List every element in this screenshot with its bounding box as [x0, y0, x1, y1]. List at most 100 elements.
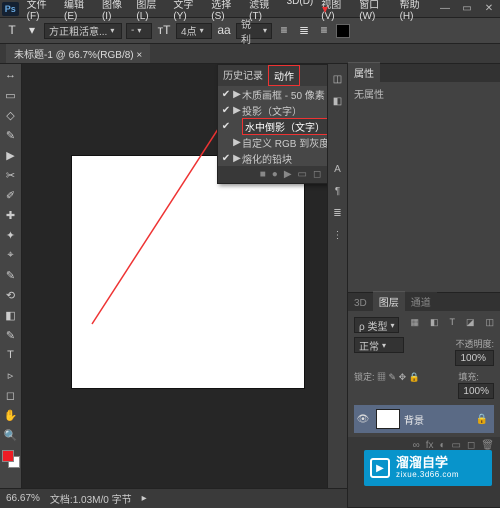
menu-layer[interactable]: 图层(L)	[132, 0, 169, 22]
panel-menu-icon[interactable]: ▾≡	[325, 65, 327, 86]
font-size-dropdown[interactable]: 4点	[176, 23, 212, 39]
hand-tool-icon[interactable]: ✋	[2, 406, 20, 424]
close-icon[interactable]: ✕	[478, 3, 500, 14]
blend-mode-dropdown[interactable]: 正常	[354, 337, 404, 353]
collapsed-icon[interactable]: ⋮	[330, 230, 346, 246]
tab-3d[interactable]: 3D	[348, 296, 373, 311]
doc-info[interactable]: 文档:1.03M/0 字节	[50, 491, 132, 506]
gradient-tool-icon[interactable]: ⟲	[2, 286, 20, 304]
close-tab-icon[interactable]: ×	[136, 50, 142, 61]
filter-shape-icon[interactable]: ◪	[466, 317, 475, 333]
brush-tool-icon[interactable]: ✚	[2, 206, 20, 224]
font-family-dropdown[interactable]: 方正粗活意...	[44, 23, 122, 39]
foreground-color-swatch[interactable]	[2, 450, 14, 462]
new-set-icon[interactable]: ▭	[298, 169, 307, 180]
filter-pixels-icon[interactable]: ▦	[410, 317, 419, 333]
marquee-tool-icon[interactable]: ▭	[2, 86, 20, 104]
tab-properties[interactable]: 属性	[348, 62, 380, 82]
tool-preset-icon[interactable]: T	[4, 23, 20, 39]
ps-logo-icon: Ps	[2, 2, 19, 16]
text-color-swatch[interactable]	[336, 24, 350, 38]
type-tool-icon[interactable]: T	[2, 346, 20, 364]
lock-icon: 🔒	[476, 414, 488, 425]
font-style-dropdown[interactable]: -	[126, 23, 152, 39]
document-canvas[interactable]	[72, 156, 304, 388]
shape-tool-icon[interactable]: ◻	[2, 386, 20, 404]
maximize-icon[interactable]: ▭	[456, 3, 478, 14]
crop-tool-icon[interactable]: ▶	[2, 146, 20, 164]
window-controls: — ▭ ✕	[434, 3, 500, 14]
action-row[interactable]: ▶自定义 RGB 到灰度	[218, 134, 327, 150]
menu-file[interactable]: 文件(F)	[23, 0, 60, 22]
new-action-icon[interactable]: ◻	[313, 169, 321, 180]
fill-label: 填充:	[458, 372, 479, 382]
menu-3d[interactable]: 3D(D)	[283, 0, 318, 22]
menu-edit[interactable]: 编辑(E)	[60, 0, 98, 22]
tab-layers[interactable]: 图层	[373, 291, 405, 311]
document-tab[interactable]: 未标题-1 @ 66.7%(RGB/8) ×	[6, 44, 150, 63]
play-icon[interactable]: ▶	[284, 169, 292, 180]
opacity-value[interactable]: 100%	[455, 350, 494, 366]
canvas-area[interactable]: 历史记录 动作 ▾≡ ✔▶木质画框 - 50 像素 ✔▶投影（文字） ✔水中倒影…	[22, 64, 327, 508]
layer-thumbnail[interactable]	[376, 409, 400, 429]
zoom-tool-icon[interactable]: 🔍	[2, 426, 20, 444]
menu-window[interactable]: 窗口(W)	[355, 0, 395, 22]
layer-row[interactable]: 👁 背景 🔒	[354, 405, 494, 433]
record-icon[interactable]: ●	[272, 169, 278, 180]
collapsed-icon[interactable]: ◧	[330, 96, 346, 112]
actions-footer: ■ ● ▶ ▭ ◻ 🗑	[218, 166, 327, 183]
menu-image[interactable]: 图像(I)	[98, 0, 132, 22]
action-row[interactable]: ✔▶木质画框 - 50 像素	[218, 86, 327, 102]
lock-label: 锁定:	[354, 372, 375, 382]
stop-icon[interactable]: ■	[260, 169, 266, 180]
collapsed-icon[interactable]: ◫	[330, 74, 346, 90]
path-select-tool-icon[interactable]: ▹	[2, 366, 20, 384]
collapsed-panel-strip: ◫ ◧ A ¶ ≣ ⋮	[327, 64, 347, 508]
collapsed-icon[interactable]: ≣	[330, 208, 346, 224]
layers-body: ρ 类型 ▦ ◧ T ◪ ◫ 正常 不透明度: 100% 锁定: ▦ ✎ ✥ 🔒…	[348, 311, 500, 437]
tab-actions[interactable]: 动作	[268, 65, 300, 86]
properties-panel: 属性 无属性	[348, 64, 500, 293]
layer-filter-kind[interactable]: ρ 类型	[354, 317, 399, 333]
blur-tool-icon[interactable]: ◧	[2, 306, 20, 324]
right-panel-dock: 属性 无属性 3D 图层 通道 ρ 类型 ▦ ◧ T ◪ ◫ 正常	[347, 64, 500, 508]
action-row[interactable]: ✔▶投影（文字）	[218, 102, 327, 118]
chevron-right-icon[interactable]: ▸	[142, 493, 147, 504]
actions-panel[interactable]: 历史记录 动作 ▾≡ ✔▶木质画框 - 50 像素 ✔▶投影（文字） ✔水中倒影…	[217, 64, 327, 184]
move-tool-icon[interactable]: ↔	[2, 66, 20, 84]
filter-smart-icon[interactable]: ◫	[485, 317, 494, 333]
lasso-tool-icon[interactable]: ◇	[2, 106, 20, 124]
wand-tool-icon[interactable]: ✎	[2, 126, 20, 144]
action-row[interactable]: ✔▶熔化的铅块	[218, 150, 327, 166]
paragraph-panel-icon[interactable]: ¶	[330, 186, 346, 202]
character-panel-icon[interactable]: A	[330, 164, 346, 180]
eyedropper-tool-icon[interactable]: ✂	[2, 166, 20, 184]
menu-help[interactable]: 帮助(H)	[396, 0, 434, 22]
minimize-icon[interactable]: —	[434, 3, 456, 14]
menu-type[interactable]: 文字(Y)	[169, 0, 207, 22]
visibility-eye-icon[interactable]: 👁	[354, 414, 372, 425]
action-row-selected[interactable]: ✔水中倒影（文字）	[218, 118, 327, 134]
filter-type-icon[interactable]: T	[449, 317, 455, 333]
lock-icons[interactable]: ▦ ✎ ✥ 🔒	[377, 372, 420, 382]
anti-alias-dropdown[interactable]: 锐利	[236, 23, 272, 39]
tab-channels[interactable]: 通道	[405, 292, 437, 311]
tab-history[interactable]: 历史记录	[218, 65, 268, 86]
zoom-level[interactable]: 66.67%	[6, 493, 40, 504]
menu-select[interactable]: 选择(S)	[207, 0, 245, 22]
heal-tool-icon[interactable]: ✐	[2, 186, 20, 204]
stamp-tool-icon[interactable]: ✦	[2, 226, 20, 244]
pen-tool-icon[interactable]: ✎	[2, 326, 20, 344]
color-swatches[interactable]	[2, 450, 20, 468]
align-right-icon[interactable]: ≡	[316, 23, 332, 39]
tools-panel: ↔ ▭ ◇ ✎ ▶ ✂ ✐ ✚ ✦ ⌖ ✎ ⟲ ◧ ✎ T ▹ ◻ ✋ 🔍	[0, 64, 22, 508]
align-center-icon[interactable]: ≣	[296, 23, 312, 39]
align-left-icon[interactable]: ≡	[276, 23, 292, 39]
eraser-tool-icon[interactable]: ✎	[2, 266, 20, 284]
history-brush-tool-icon[interactable]: ⌖	[2, 246, 20, 264]
layer-name[interactable]: 背景	[404, 412, 424, 427]
chevron-down-icon[interactable]: ▾	[24, 23, 40, 39]
fill-value[interactable]: 100%	[458, 383, 494, 399]
opacity-label: 不透明度:	[455, 339, 494, 349]
filter-adjust-icon[interactable]: ◧	[430, 317, 439, 333]
